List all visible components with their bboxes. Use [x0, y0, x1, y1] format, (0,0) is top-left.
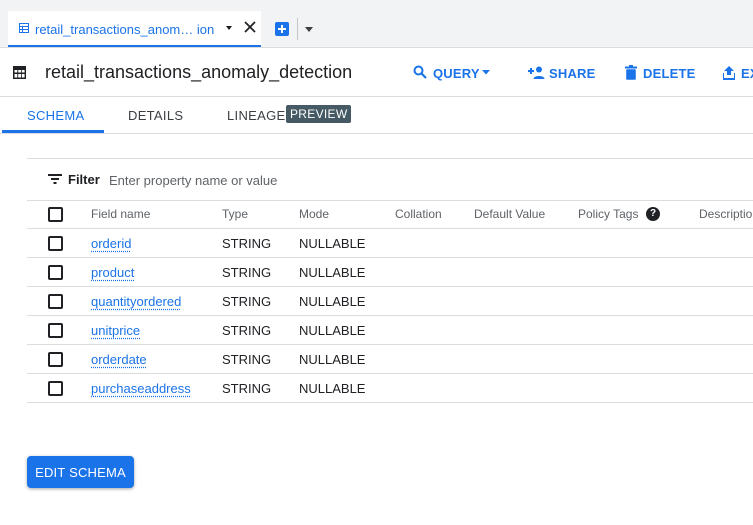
person-add-icon: [528, 66, 545, 79]
upload-icon: [723, 66, 735, 80]
field-mode: NULLABLE: [299, 323, 366, 338]
table-row: product STRING NULLABLE: [27, 258, 753, 287]
column-header-policy-tags[interactable]: Policy Tags: [578, 207, 638, 221]
row-checkbox[interactable]: [48, 265, 63, 280]
field-type: STRING: [222, 294, 272, 309]
edit-schema-button[interactable]: EDIT SCHEMA: [27, 456, 134, 488]
field-name-link[interactable]: product: [91, 265, 134, 280]
table-tab[interactable]: retail_transactions_anom… ion: [8, 11, 261, 47]
field-name-link[interactable]: purchaseaddress: [91, 381, 191, 396]
filter-icon: [48, 174, 62, 184]
row-checkbox[interactable]: [48, 381, 63, 396]
new-tab-icon[interactable]: [275, 22, 289, 36]
column-header-description[interactable]: Descriptio: [699, 207, 752, 221]
field-type: STRING: [222, 265, 272, 280]
schema-filter-bar: Filter: [27, 158, 753, 201]
field-type: STRING: [222, 381, 272, 396]
field-name-link[interactable]: unitprice: [91, 323, 140, 338]
row-checkbox[interactable]: [48, 352, 63, 367]
field-type: STRING: [222, 236, 272, 251]
tab-lineage[interactable]: LINEAGE: [227, 108, 285, 123]
field-type: STRING: [222, 323, 272, 338]
field-name-link[interactable]: orderid: [91, 236, 131, 251]
tab-details[interactable]: DETAILS: [128, 108, 183, 123]
editor-tab-bar: retail_transactions_anom… ion: [0, 0, 753, 48]
row-checkbox[interactable]: [48, 236, 63, 251]
row-checkbox[interactable]: [48, 294, 63, 309]
field-name-link[interactable]: quantityordered: [91, 294, 181, 309]
tab-divider: [297, 18, 298, 40]
table-icon: [13, 66, 26, 79]
search-icon: [413, 65, 427, 79]
share-label: SHARE: [549, 66, 596, 81]
filter-label: Filter: [68, 172, 100, 187]
column-header-type[interactable]: Type: [222, 207, 248, 221]
field-mode: NULLABLE: [299, 236, 366, 251]
tab-menu-caret-icon[interactable]: [226, 26, 232, 30]
chevron-down-icon: [482, 70, 490, 75]
field-mode: NULLABLE: [299, 265, 366, 280]
filter-input[interactable]: [107, 167, 511, 193]
detail-tabs: SCHEMA DETAILS LINEAGE PREVIEW: [0, 97, 753, 134]
tab-schema[interactable]: SCHEMA: [27, 108, 84, 123]
table-icon: [19, 23, 29, 33]
tab-options-caret-icon[interactable]: [305, 27, 313, 32]
tab-label: retail_transactions_anom… ion: [35, 22, 215, 37]
field-mode: NULLABLE: [299, 381, 366, 396]
preview-badge: PREVIEW: [286, 105, 352, 123]
column-header-field-name[interactable]: Field name: [91, 207, 150, 221]
table-row: purchaseaddress STRING NULLABLE: [27, 374, 753, 403]
row-checkbox[interactable]: [48, 323, 63, 338]
help-icon[interactable]: ?: [646, 207, 660, 221]
active-tab-indicator: [2, 130, 104, 133]
column-header-default-value[interactable]: Default Value: [474, 207, 545, 221]
field-type: STRING: [222, 352, 272, 367]
resource-header: retail_transactions_anomaly_detection QU…: [0, 48, 753, 97]
table-header-row: Field name Type Mode Collation Default V…: [27, 200, 753, 229]
query-label: QUERY: [433, 66, 480, 81]
field-mode: NULLABLE: [299, 294, 366, 309]
trash-icon: [625, 65, 637, 80]
close-icon[interactable]: [243, 20, 257, 34]
page-title: retail_transactions_anomaly_detection: [45, 62, 353, 82]
column-header-mode[interactable]: Mode: [299, 207, 329, 221]
delete-label: DELETE: [643, 66, 696, 81]
table-row: orderid STRING NULLABLE: [27, 229, 753, 258]
export-label: EX: [741, 66, 753, 81]
table-row: orderdate STRING NULLABLE: [27, 345, 753, 374]
select-all-checkbox[interactable]: [48, 207, 63, 222]
column-header-collation[interactable]: Collation: [395, 207, 442, 221]
table-row: quantityordered STRING NULLABLE: [27, 287, 753, 316]
field-name-link[interactable]: orderdate: [91, 352, 147, 367]
table-row: unitprice STRING NULLABLE: [27, 316, 753, 345]
field-mode: NULLABLE: [299, 352, 366, 367]
